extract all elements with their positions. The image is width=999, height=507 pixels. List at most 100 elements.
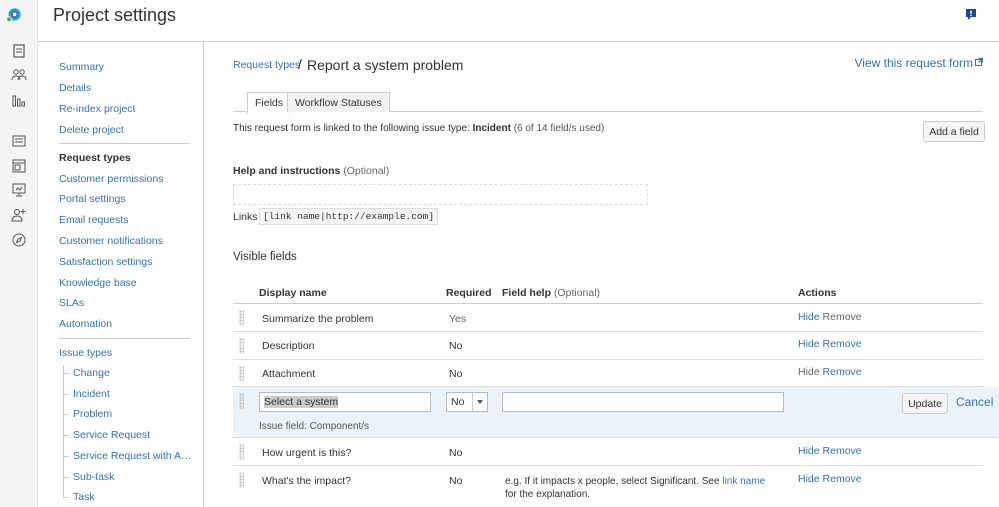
table-row: How urgent is this? No Hide Remove: [233, 438, 983, 466]
col-actions: Actions: [798, 287, 837, 299]
required-select-value: No: [451, 396, 465, 408]
field-actions: Hide Remove: [798, 473, 862, 485]
monitor-icon[interactable]: [11, 182, 27, 198]
tree-tick: [63, 435, 69, 436]
field-required: No: [449, 368, 463, 380]
sidebar-item-issue-types[interactable]: Issue types: [59, 347, 112, 359]
help-optional: (Optional): [343, 165, 390, 177]
issue-type-service-request[interactable]: Service Request: [73, 429, 150, 441]
update-button[interactable]: Update: [902, 393, 948, 414]
drag-handle-icon[interactable]: [239, 366, 244, 382]
sidebar-item-summary[interactable]: Summary: [59, 61, 104, 73]
field-actions: Hide Remove: [798, 311, 862, 323]
field-actions: Hide Remove: [798, 338, 862, 350]
hide-field-link[interactable]: Hide: [798, 473, 820, 485]
col-display-name: Display name: [259, 287, 327, 299]
sidebar-item-slas[interactable]: SLAs: [59, 297, 84, 309]
field-name-input[interactable]: Select a system: [259, 392, 431, 412]
view-request-form-link[interactable]: View this request form: [855, 56, 983, 70]
hide-field-link[interactable]: Hide: [798, 311, 820, 323]
field-name: Attachment: [262, 368, 316, 380]
visible-fields-title: Visible fields: [233, 251, 297, 263]
drag-handle-icon[interactable]: [239, 338, 244, 354]
field-name: Summarize the problem: [262, 313, 374, 325]
tree-tick: [63, 477, 69, 478]
sidebar-divider: [59, 338, 190, 339]
col-required: Required: [446, 287, 492, 299]
sidebar-item-delete[interactable]: Delete project: [59, 124, 124, 136]
queue-icon[interactable]: [11, 133, 27, 149]
chevron-down-icon[interactable]: [472, 393, 487, 411]
drag-handle-icon[interactable]: [239, 444, 244, 460]
table-row: Summarize the problem Yes Hide Remove: [233, 304, 983, 332]
drag-handle-icon[interactable]: [239, 393, 244, 409]
field-help-link[interactable]: link name: [722, 476, 765, 487]
sidebar-item-portal-settings[interactable]: Portal settings: [59, 193, 126, 205]
issue-type-incident[interactable]: Incident: [73, 388, 110, 400]
hide-field-link[interactable]: Hide: [798, 338, 820, 350]
table-row: Attachment No Hide Remove: [233, 360, 983, 387]
field-actions: Hide Remove: [798, 366, 862, 378]
issue-field-info: Issue field: Component/s: [259, 421, 370, 432]
tree-tick: [63, 373, 69, 374]
links-label: Links: [233, 211, 258, 223]
field-required: No: [449, 475, 463, 487]
remove-field-link[interactable]: Remove: [823, 473, 862, 485]
issue-type-problem[interactable]: Problem: [73, 408, 112, 420]
required-select[interactable]: No: [446, 392, 488, 412]
help-instructions-title: Help and instructions: [233, 165, 341, 177]
remove-field-link[interactable]: Remove: [823, 338, 862, 350]
hide-field-link[interactable]: Hide: [798, 366, 820, 378]
table-row-editing: Select a system No Update Cancel Issue f…: [233, 387, 999, 438]
field-required: No: [449, 340, 463, 352]
people-icon[interactable]: [11, 67, 27, 83]
request-type-title: Report a system problem: [307, 57, 464, 73]
app-rail: [0, 0, 38, 507]
hide-field-link[interactable]: Hide: [798, 445, 820, 457]
remove-field-link[interactable]: Remove: [823, 366, 862, 378]
field-name: Description: [262, 340, 315, 352]
portal-icon[interactable]: [11, 158, 27, 174]
sidebar-item-knowledge-base[interactable]: Knowledge base: [59, 277, 137, 289]
tab-workflow-statuses[interactable]: Workflow Statuses: [287, 92, 390, 112]
add-user-icon[interactable]: [11, 207, 27, 223]
sidebar-item-satisfaction-settings[interactable]: Satisfaction settings: [59, 256, 152, 268]
issue-type-task[interactable]: Task: [73, 491, 95, 503]
tab-fields[interactable]: Fields: [247, 92, 292, 113]
links-syntax-example: [link name|http://example.com]: [259, 208, 439, 225]
remove-field-link[interactable]: Remove: [823, 445, 862, 457]
add-field-button[interactable]: Add a field: [923, 121, 985, 142]
drag-handle-icon[interactable]: [239, 472, 244, 488]
field-name: How urgent is this?: [262, 447, 352, 459]
reports-icon[interactable]: [11, 93, 27, 109]
page-icon[interactable]: [11, 43, 27, 59]
field-required: No: [449, 447, 463, 459]
linked-issue-type-text: This request form is linked to the follo…: [233, 123, 604, 134]
cancel-link[interactable]: Cancel: [956, 395, 993, 409]
compass-icon[interactable]: [11, 232, 27, 248]
col-field-help: Field help (Optional): [502, 287, 600, 299]
remove-field-link[interactable]: Remove: [823, 311, 862, 323]
sidebar-item-customer-notifications[interactable]: Customer notifications: [59, 235, 163, 247]
sidebar-item-email-requests[interactable]: Email requests: [59, 214, 128, 226]
help-instructions-input[interactable]: [233, 184, 648, 205]
drag-handle-icon[interactable]: [239, 310, 244, 326]
help-instructions-label: Help and instructions (Optional): [233, 165, 389, 177]
sidebar-item-details[interactable]: Details: [59, 82, 91, 94]
linked-usage: (6 of 14 field/s used): [513, 123, 605, 134]
sidebar-item-customer-permissions[interactable]: Customer permissions: [59, 173, 163, 185]
issue-type-change[interactable]: Change: [73, 367, 110, 379]
field-actions: Hide Remove: [798, 445, 862, 457]
settings-sidebar: Summary Details Re-index project Delete …: [38, 42, 204, 507]
tab-bar: Fields Workflow Statuses: [233, 92, 983, 113]
issue-type-service-request-with-approvals[interactable]: Service Request with A…: [73, 450, 191, 462]
breadcrumb-request-types[interactable]: Request types: [233, 59, 300, 71]
app-logo-icon[interactable]: [6, 7, 32, 33]
issue-type-sub-task[interactable]: Sub-task: [73, 471, 114, 483]
feedback-icon[interactable]: [965, 8, 977, 22]
field-help-input[interactable]: [502, 392, 784, 412]
col-field-help-label: Field help: [502, 287, 552, 299]
sidebar-item-automation[interactable]: Automation: [59, 318, 112, 330]
sidebar-item-request-types[interactable]: Request types: [59, 152, 131, 164]
sidebar-item-reindex[interactable]: Re-index project: [59, 103, 135, 115]
